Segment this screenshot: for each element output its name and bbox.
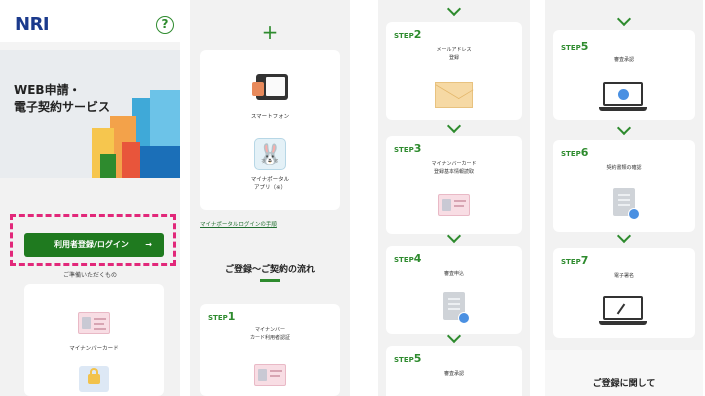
arrow-right-icon: → — [145, 240, 152, 249]
step-label: STEP5 — [561, 40, 589, 53]
step-card-2: STEP2 メールアドレス 登録 — [386, 22, 522, 120]
mynumber-card-icon — [254, 364, 286, 386]
hero-title: WEB申請・ 電子契約サービス — [14, 83, 111, 114]
about-section: ご登録に関して — [545, 350, 703, 396]
lock-icon — [79, 366, 109, 392]
header-bar: NRI ? — [0, 0, 180, 42]
nri-logo[interactable]: NRI — [15, 14, 50, 35]
prep-devices-card: スマートフォン 🐰 マイナポータル アプリ（※） — [200, 50, 340, 210]
mynumber-card-label: マイナンバーカード — [69, 346, 119, 352]
step-card-6: STEP6 契約書類の確認 — [553, 140, 695, 232]
smartphone-icon — [252, 74, 288, 100]
step-card-5: STEP5 審査承認 — [553, 30, 695, 120]
step-text: 審査承認 — [443, 371, 464, 377]
step-label: STEP6 — [561, 146, 589, 159]
step-label: STEP3 — [394, 142, 422, 155]
step-text: メールアドレス 登録 — [436, 47, 472, 61]
register-login-button[interactable]: 利用者登録/ログイン → — [24, 233, 164, 257]
mynaportal-app-icon: 🐰 — [254, 138, 286, 170]
laptop-sign-icon — [599, 296, 647, 325]
mynumber-card-icon — [438, 194, 470, 216]
title-underline — [260, 279, 280, 282]
prep-items-card: マイナンバーカード — [24, 284, 164, 396]
step-card-7: STEP7 電子署名 — [553, 248, 695, 338]
step-label: STEP7 — [561, 254, 589, 267]
step-card-4: STEP4 審査申込 — [386, 246, 522, 334]
step-label: STEP1 — [208, 310, 236, 323]
register-login-label: 利用者登録/ログイン — [54, 240, 129, 249]
column-prep-and-flow: + スマートフォン 🐰 マイナポータル アプリ（※） マイナポータルログインの手… — [190, 0, 350, 396]
step-card-5: STEP5 審査承認 — [386, 346, 522, 396]
document-check-icon — [613, 188, 640, 220]
envelope-icon — [435, 82, 473, 108]
prep-heading: ご準備いただくもの — [62, 272, 117, 279]
step-text: 審査申込 — [443, 271, 464, 277]
mynumber-card-icon — [78, 312, 110, 334]
hero-banner: WEB申請・ 電子契約サービス — [0, 50, 180, 178]
step-card-3: STEP3 マイナンバーカード 登録基本情報読取 — [386, 136, 522, 234]
document-icon — [443, 292, 470, 324]
step-card-1: STEP1 マイナンバー カード利用者認証 — [200, 304, 340, 396]
step-text: マイナンバーカード 登録基本情報読取 — [431, 161, 477, 175]
step-text: 電子署名 — [613, 273, 634, 279]
laptop-check-icon — [599, 82, 647, 111]
help-icon[interactable]: ? — [156, 16, 174, 34]
about-title: ご登録に関して — [592, 379, 656, 389]
column-steps-5-7: STEP5 審査承認 STEP6 契約書類の確認 STEP7 電子署名 ご登録に… — [545, 0, 703, 396]
chevron-down-icon — [616, 120, 632, 136]
step-text: 審査承認 — [613, 57, 634, 63]
chevron-down-icon — [446, 118, 462, 134]
column-steps-2-5: STEP2 メールアドレス 登録 STEP3 マイナンバーカード 登録基本情報読… — [378, 0, 530, 396]
portal-app-label: マイナポータル アプリ（※） — [250, 177, 290, 191]
step-text: 契約書類の確認 — [606, 165, 642, 171]
flow-title: ご登録〜ご契約の流れ — [224, 265, 315, 275]
step-label: STEP5 — [394, 352, 422, 365]
column-home: NRI ? WEB申請・ 電子契約サービス 利用者登録/ログイン → ご準備いた… — [0, 0, 180, 396]
plus-icon: + — [261, 20, 279, 44]
smartphone-label: スマートフォン — [250, 114, 290, 120]
step-label: STEP2 — [394, 28, 422, 41]
chevron-down-icon — [446, 1, 462, 17]
step-label: STEP4 — [394, 252, 422, 265]
portal-login-link[interactable]: マイナポータルログインの手順 — [200, 220, 277, 228]
step-text: マイナンバー カード利用者認証 — [249, 327, 290, 341]
chevron-down-icon — [616, 11, 632, 27]
